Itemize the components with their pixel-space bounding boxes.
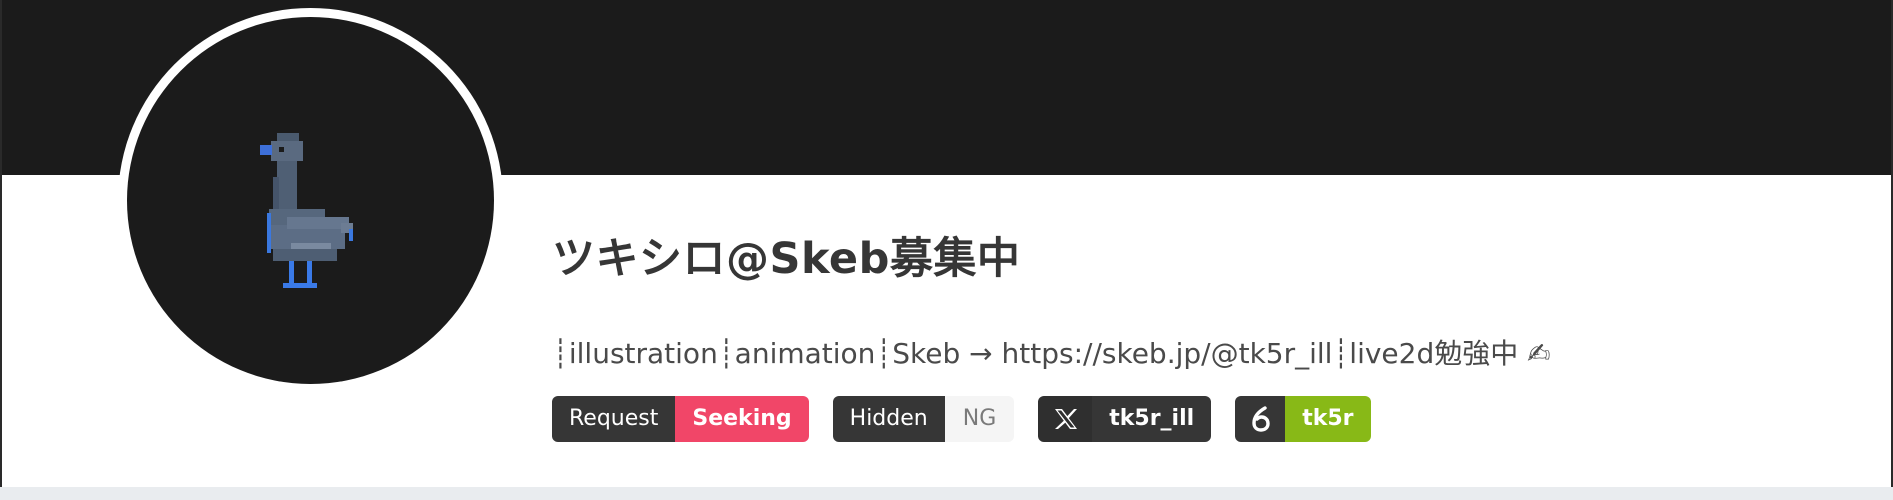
hidden-tag-label: Hidden — [832, 396, 945, 442]
request-tag-value: Seeking — [675, 396, 809, 442]
avatar[interactable] — [118, 8, 503, 393]
pixiv-logo-icon — [1235, 396, 1286, 442]
avatar-image — [127, 17, 494, 384]
hidden-status-tag[interactable]: Hidden NG — [832, 396, 1015, 442]
frame-border-left — [0, 0, 2, 487]
content-divider — [0, 487, 1893, 500]
request-status-tag[interactable]: Request Seeking — [552, 396, 809, 442]
x-logo-icon — [1038, 396, 1093, 442]
hidden-tag-value: NG — [944, 396, 1015, 442]
x-account-link[interactable]: tk5r_ill — [1038, 396, 1212, 442]
pixiv-handle: tk5r — [1285, 396, 1371, 442]
pixiv-account-link[interactable]: tk5r — [1235, 396, 1371, 442]
profile-tags: Request Seeking Hidden NG tk5r_ill tk5r — [552, 396, 1371, 442]
request-tag-label: Request — [552, 396, 676, 442]
x-handle: tk5r_ill — [1092, 396, 1212, 442]
pixel-goose-icon — [260, 133, 353, 288]
profile-bio: ┊illustration┊animation┊Skeb → https://s… — [552, 337, 1551, 370]
display-name: ツキシロ@Skeb募集中 — [552, 234, 1021, 284]
